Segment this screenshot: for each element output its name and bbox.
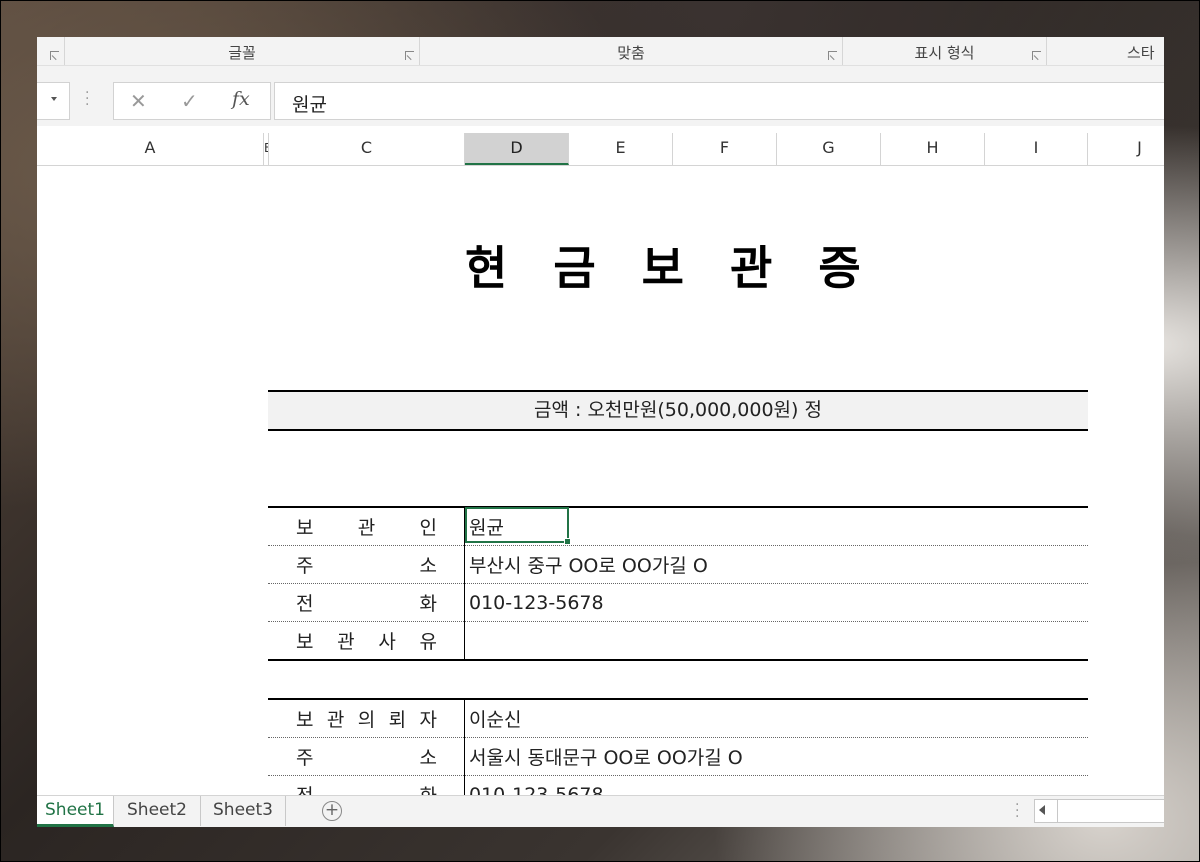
table-row: 보관의뢰자 이순신: [268, 699, 1088, 738]
table-row: 보관인 원균: [268, 507, 1088, 546]
label-char: 화: [419, 593, 437, 615]
alignment-dialog-launcher-icon[interactable]: [827, 50, 838, 61]
ribbon-group-number: 표시 형식: [843, 37, 1047, 65]
chevron-down-icon[interactable]: [51, 97, 57, 101]
dialog-launcher-icon[interactable]: [49, 50, 60, 61]
label-char: 전: [296, 593, 314, 615]
label-char: 주: [296, 747, 314, 769]
sheet-tab-1[interactable]: Sheet1: [37, 796, 114, 827]
column-header-j[interactable]: J: [1088, 133, 1164, 165]
ribbon-group-alignment: 맞춤: [420, 37, 843, 65]
value-cell-phone[interactable]: 010-123-5678: [464, 583, 1088, 622]
column-header-e[interactable]: E: [569, 133, 673, 165]
ribbon-group-partial: [37, 37, 65, 65]
horizontal-scrollbar[interactable]: [1034, 799, 1164, 823]
ribbon-group-styles: 스타: [1047, 37, 1164, 65]
label-char: 주: [296, 555, 314, 577]
label-cell-phone[interactable]: 전화: [268, 583, 465, 622]
insert-function-icon[interactable]: fx: [232, 88, 250, 110]
value-cell-address[interactable]: 서울시 동대문구 OO로 OO가길 O: [464, 737, 1088, 776]
label-char: 보: [296, 517, 314, 539]
active-cell-cursor[interactable]: [465, 507, 571, 545]
table-row: 전화 010-123-5678: [268, 583, 1088, 622]
ribbon-group-label: 표시 형식: [914, 44, 975, 62]
label-char: 유: [419, 631, 437, 653]
sheet-tab-2[interactable]: Sheet2: [114, 796, 201, 826]
title-char: 관: [729, 241, 773, 295]
label-char: 관: [326, 709, 345, 731]
ribbon-group-label: 글꼴: [228, 44, 256, 62]
ribbon-group-label: 맞춤: [617, 44, 645, 62]
add-sheet-icon[interactable]: +: [322, 801, 342, 821]
label-char: 보: [296, 709, 314, 731]
column-header-g[interactable]: G: [777, 133, 881, 165]
column-headers: A B C D E F G H I J: [37, 133, 1164, 166]
label-char: 뢰: [388, 709, 407, 731]
enter-icon[interactable]: ✓: [181, 89, 198, 113]
name-box[interactable]: [37, 82, 70, 120]
title-char: 현: [465, 241, 508, 295]
grip-icon[interactable]: · · ·: [1015, 798, 1019, 824]
scroll-left-icon[interactable]: [1039, 805, 1045, 815]
ribbon-group-font: 글꼴: [65, 37, 420, 65]
label-char: 의: [357, 709, 376, 731]
value-cell-reason[interactable]: [464, 621, 1088, 661]
table-row: 보관사유: [268, 621, 1088, 661]
formula-buttons: ✕ ✓ fx: [113, 82, 271, 120]
title-char: 보: [641, 241, 684, 295]
table-row: 주소 부산시 중구 OO로 OO가길 O: [268, 545, 1088, 584]
formula-input[interactable]: 원균: [274, 82, 1164, 120]
value-cell-address[interactable]: 부산시 중구 OO로 OO가길 O: [464, 545, 1088, 584]
number-dialog-launcher-icon[interactable]: [1031, 50, 1042, 61]
label-cell-depositor[interactable]: 보관의뢰자: [268, 699, 465, 738]
label-cell-address[interactable]: 주소: [268, 737, 465, 776]
column-header-d[interactable]: D: [465, 133, 569, 165]
amount-cell[interactable]: 금액 : 오천만원(50,000,000원) 정: [268, 390, 1088, 431]
column-header-a[interactable]: A: [37, 133, 264, 165]
cancel-icon[interactable]: ✕: [130, 89, 147, 113]
font-dialog-launcher-icon[interactable]: [404, 50, 415, 61]
excel-window: 글꼴 맞춤 표시 형식 스타 ··· ✕ ✓ fx 원균 A B: [37, 37, 1164, 827]
label-char: 보: [296, 631, 314, 653]
scrollbar-divider: [1057, 800, 1058, 822]
grip-icon[interactable]: · · ·: [85, 86, 89, 112]
title-char: 금: [553, 241, 596, 295]
document-title: 현금보관증: [465, 232, 861, 298]
label-char: 관: [357, 517, 376, 539]
label-char: 자: [419, 709, 437, 731]
custodian-table: 보관인 원균 주소 부산시 중구 OO로 OO가길 O 전화 010-123-5…: [268, 506, 1088, 661]
worksheet-grid[interactable]: 현금보관증 금액 : 오천만원(50,000,000원) 정 보관인 원균 주소…: [37, 166, 1164, 815]
label-cell-address[interactable]: 주소: [268, 545, 465, 584]
column-header-i[interactable]: I: [985, 133, 1088, 165]
column-header-c[interactable]: C: [269, 133, 465, 165]
label-char: 소: [419, 747, 437, 769]
sheet-tabs-bar: Sheet1 Sheet2 Sheet3 + · · ·: [37, 795, 1164, 827]
title-char: 증: [818, 241, 861, 295]
label-cell-custodian[interactable]: 보관인: [268, 507, 465, 546]
formula-value: 원균: [292, 94, 327, 116]
sheet-tab-3[interactable]: Sheet3: [201, 796, 286, 826]
label-char: 소: [419, 555, 437, 577]
value-cell-depositor[interactable]: 이순신: [464, 699, 1088, 738]
column-header-f[interactable]: F: [673, 133, 777, 165]
column-header-h[interactable]: H: [881, 133, 985, 165]
ribbon-group-label: 스타: [1127, 44, 1155, 62]
label-char: 관: [337, 631, 355, 653]
ribbon-group-labels: 글꼴 맞춤 표시 형식 스타: [37, 37, 1164, 66]
label-char: 인: [419, 517, 437, 539]
formula-bar: · · · ✕ ✓ fx 원균: [37, 66, 1164, 126]
label-cell-reason[interactable]: 보관사유: [268, 621, 465, 661]
label-char: 사: [378, 631, 396, 653]
table-row: 주소 서울시 동대문구 OO로 OO가길 O: [268, 737, 1088, 776]
